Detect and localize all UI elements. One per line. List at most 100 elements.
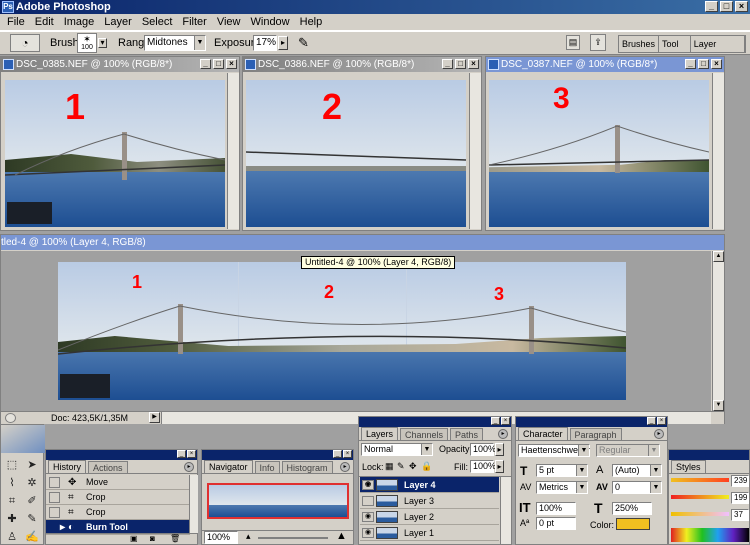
lock-all-icon[interactable]: 🔒 (421, 461, 432, 472)
panel-title-bar[interactable] (669, 450, 749, 460)
photo-canvas[interactable]: 2 (246, 80, 466, 227)
palette-tab-tool-presets[interactable]: Tool Pr (659, 36, 691, 65)
tab-history[interactable]: History (48, 460, 87, 473)
new-document-icon[interactable]: ▣ (130, 534, 138, 543)
lock-position-icon[interactable]: ✥ (409, 461, 417, 472)
eye-icon[interactable] (362, 496, 374, 506)
red-slider-track[interactable] (671, 478, 729, 482)
blue-slider-track[interactable] (671, 512, 729, 516)
kerning-select[interactable]: Metrics ▼ (536, 481, 588, 494)
horizontal-scale-input[interactable]: 250% (612, 502, 652, 515)
green-slider-track[interactable] (671, 495, 729, 499)
menu-image[interactable]: Image (59, 16, 100, 28)
document-window-1[interactable]: DSC_0385.NEF @ 100% (RGB/8*) _ □ × 1 (0, 56, 240, 231)
trash-icon[interactable]: 🗑 (170, 534, 180, 543)
airbrush-icon[interactable]: ✎ (298, 35, 309, 51)
marquee-tool-icon[interactable]: ⬚ (4, 457, 20, 473)
close-button[interactable]: × (187, 450, 196, 458)
vertical-scrollbar[interactable] (712, 73, 724, 229)
document-title-bar[interactable]: DSC_0386.NEF @ 100% (RGB/8*) _ □ × (243, 57, 481, 72)
palette-tab-brushes[interactable]: Brushes (619, 36, 660, 52)
scroll-down-icon[interactable]: ▼ (713, 400, 724, 411)
minimize-button[interactable]: _ (647, 417, 656, 425)
menu-edit[interactable]: Edit (30, 16, 59, 28)
zoom-slider[interactable] (258, 537, 328, 539)
panel-title-bar[interactable]: _ × (202, 450, 353, 460)
font-family-select[interactable]: Haettenschweiler ▼ (518, 444, 590, 457)
panel-menu-icon[interactable]: ▸ (498, 429, 508, 439)
color-ramp[interactable] (671, 528, 749, 542)
vertical-scale-input[interactable]: 100% (536, 502, 576, 515)
stamp-tool-icon[interactable]: ♙ (4, 529, 20, 545)
palette-well-icon[interactable]: ⇪ (590, 34, 606, 51)
close-button[interactable]: × (343, 450, 352, 458)
font-style-select[interactable]: Regular ▼ (596, 444, 660, 457)
text-color-swatch[interactable] (616, 518, 650, 530)
menu-filter[interactable]: Filter (177, 16, 211, 28)
new-snapshot-icon[interactable]: ◙ (150, 534, 155, 543)
minimize-button[interactable]: _ (685, 59, 696, 69)
exposure-input[interactable]: 17% (253, 35, 277, 51)
document-window-2[interactable]: DSC_0386.NEF @ 100% (RGB/8*) _ □ × 2 (242, 56, 482, 231)
tracking-input[interactable]: 0 ▼ (612, 481, 662, 494)
magic-wand-icon[interactable]: ✲ (24, 475, 40, 491)
maximize-button[interactable]: □ (720, 1, 733, 12)
minimize-button[interactable]: _ (442, 59, 453, 69)
zoom-in-icon[interactable]: ▲ (336, 530, 347, 542)
close-button[interactable]: × (468, 59, 479, 69)
opacity-slider-button[interactable]: ▸ (495, 443, 504, 456)
tab-channels[interactable]: Channels (400, 428, 449, 440)
zoom-out-icon[interactable]: ▴ (246, 531, 251, 542)
panel-menu-icon[interactable]: ▸ (654, 429, 664, 439)
tab-layers[interactable]: Layers (361, 427, 399, 440)
tab-character[interactable]: Character (518, 427, 568, 440)
close-button[interactable]: × (501, 417, 510, 425)
lasso-tool-icon[interactable]: ⌇ (4, 475, 20, 491)
vertical-scrollbar[interactable] (227, 73, 239, 229)
panorama-canvas[interactable]: 1 2 3 (58, 262, 626, 400)
eye-icon[interactable]: ◉ (362, 528, 374, 538)
status-menu-icon[interactable]: ▶ (149, 412, 160, 423)
maximize-button[interactable]: □ (698, 59, 709, 69)
blue-value-input[interactable]: 37 (731, 509, 749, 521)
photo-canvas[interactable]: 3 (489, 80, 709, 227)
close-button[interactable]: × (735, 1, 748, 12)
close-button[interactable]: × (711, 59, 722, 69)
close-button[interactable]: × (657, 417, 666, 425)
eye-icon[interactable]: ◉ (362, 480, 374, 490)
minimize-button[interactable]: _ (333, 450, 342, 458)
brush-dropdown-icon[interactable]: ▾ (98, 38, 107, 48)
vertical-scrollbar[interactable]: ▲ ▼ (712, 251, 724, 411)
history-item[interactable]: ⌗ Crop (46, 505, 190, 520)
panorama-document-window[interactable]: tled-4 @ 100% (Layer 4, RGB/8) 1 2 3 Unt… (0, 234, 725, 424)
history-snapshot-checkbox[interactable] (49, 477, 60, 488)
menu-window[interactable]: Window (246, 16, 295, 28)
menu-view[interactable]: View (212, 16, 246, 28)
slice-tool-icon[interactable]: ✐ (24, 493, 40, 509)
history-snapshot-checkbox[interactable] (49, 507, 60, 518)
fill-input[interactable]: 100% (470, 460, 496, 473)
file-browser-icon[interactable]: ▤ (566, 35, 580, 50)
feather-logo-icon[interactable] (1, 425, 45, 453)
tab-paragraph[interactable]: Paragraph (569, 428, 622, 440)
crop-tool-icon[interactable]: ⌗ (4, 493, 20, 509)
eye-icon[interactable]: ◉ (362, 512, 374, 522)
minimize-button[interactable]: _ (200, 59, 211, 69)
range-select[interactable]: Midtones ▼ (144, 35, 206, 51)
baseline-shift-input[interactable]: 0 pt (536, 517, 576, 530)
blend-mode-select[interactable]: Normal ▼ (361, 443, 433, 456)
red-value-input[interactable]: 239 (731, 475, 749, 487)
layer-row[interactable]: ◉ Layer 1 (360, 525, 499, 541)
close-button[interactable]: × (226, 59, 237, 69)
document-window-3[interactable]: DSC_0387.NEF @ 100% (RGB/8*) _ □ × 3 (485, 56, 725, 231)
tab-actions[interactable]: Actions (88, 461, 128, 473)
lock-image-icon[interactable]: ✎ (397, 461, 405, 472)
panel-title-bar[interactable]: _ × (46, 450, 197, 460)
brush-tool-icon[interactable]: ✎ (24, 511, 40, 527)
opacity-input[interactable]: 100% (470, 443, 496, 456)
history-brush-icon[interactable]: ✍ (24, 529, 40, 545)
panel-menu-icon[interactable]: ▸ (184, 462, 194, 472)
fill-slider-button[interactable]: ▸ (495, 460, 504, 473)
tab-histogram[interactable]: Histogram (281, 461, 333, 473)
green-value-input[interactable]: 199 (731, 492, 749, 504)
